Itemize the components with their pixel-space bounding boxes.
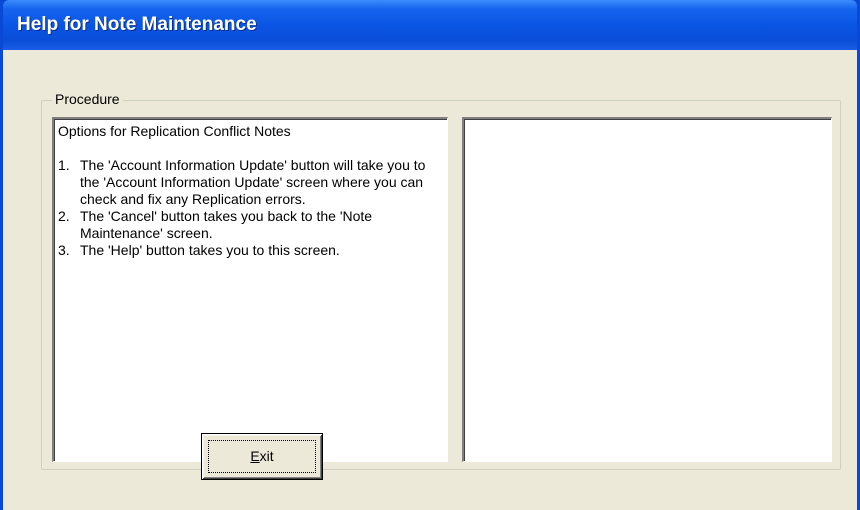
window-title: Help for Note Maintenance: [17, 14, 257, 35]
help-step: 1. The 'Account Information Update' butt…: [58, 157, 443, 208]
help-heading: Options for Replication Conflict Notes: [58, 123, 291, 139]
exit-button-label: Exit: [202, 448, 322, 464]
help-step: 2. The 'Cancel' button takes you back to…: [58, 208, 443, 242]
exit-button[interactable]: Exit: [201, 433, 323, 480]
window-client-area: Procedure Options for Replication Confli…: [3, 50, 857, 510]
secondary-text-area[interactable]: [462, 117, 832, 462]
help-step: 3. The 'Help' button takes you to this s…: [58, 242, 443, 259]
help-step-number: 2.: [58, 208, 70, 224]
help-step-text: The 'Cancel' button takes you back to th…: [80, 208, 373, 241]
procedure-group-label: Procedure: [52, 91, 123, 107]
help-step-number: 1.: [58, 157, 70, 173]
help-window: Help for Note Maintenance Procedure Opti…: [0, 0, 860, 510]
procedure-groupbox: Procedure Options for Replication Confli…: [41, 91, 841, 470]
exit-accelerator-key: E: [250, 448, 260, 464]
exit-label-rest: xit: [259, 448, 274, 464]
secondary-text-content: [464, 119, 831, 123]
procedure-text-area[interactable]: Options for Replication Conflict Notes 1…: [52, 117, 448, 462]
title-bar[interactable]: Help for Note Maintenance: [3, 0, 857, 50]
help-step-text: The 'Account Information Update' button …: [80, 157, 426, 207]
help-step-number: 3.: [58, 242, 70, 258]
help-step-text: The 'Help' button takes you to this scre…: [80, 242, 340, 258]
